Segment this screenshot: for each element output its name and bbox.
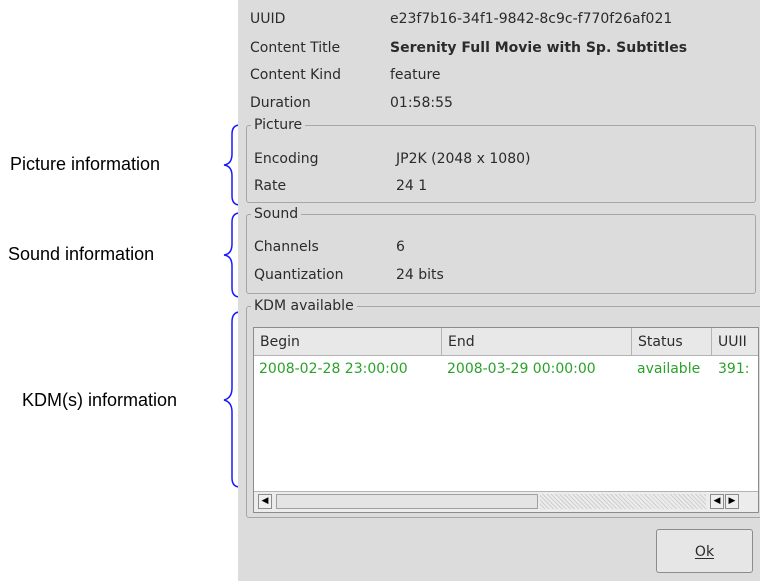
- column-header-uuid[interactable]: UUII: [712, 328, 758, 356]
- uuid-label: UUID: [250, 11, 286, 27]
- kdm-table[interactable]: Begin End Status UUII 2008-02-28 23:00:0…: [253, 327, 759, 513]
- scroll-right-arrow-icon[interactable]: ▶: [725, 494, 739, 509]
- column-header-status[interactable]: Status: [632, 328, 712, 356]
- scrollbar-thumb[interactable]: [276, 494, 538, 509]
- picture-annotation: Picture information: [10, 154, 161, 174]
- horizontal-scrollbar[interactable]: ◀ ◀ ▶: [254, 491, 758, 512]
- picture-legend: Picture: [254, 117, 303, 133]
- scrollbar-trough[interactable]: [540, 494, 706, 509]
- scroll-left-arrow-icon[interactable]: ◀: [258, 494, 272, 509]
- content-title-label: Content Title: [250, 40, 341, 56]
- row-end: 2008-03-29 00:00:00: [447, 361, 596, 377]
- content-kind-value: feature: [390, 67, 441, 83]
- duration-value: 01:58:55: [390, 95, 453, 111]
- row-status: available: [637, 361, 701, 377]
- rate-label: Rate: [254, 178, 287, 194]
- content-title-value: Serenity Full Movie with Sp. Subtitles: [390, 40, 688, 56]
- content-kind-label: Content Kind: [250, 67, 341, 83]
- ok-button-label: Ok: [694, 544, 715, 560]
- scroll-left-arrow-icon[interactable]: ◀: [710, 494, 724, 509]
- rate-value: 24 1: [396, 178, 428, 194]
- ok-button[interactable]: Ok: [656, 529, 753, 573]
- row-begin: 2008-02-28 23:00:00: [259, 361, 408, 377]
- kdm-annotation: KDM(s) information: [22, 390, 178, 410]
- encoding-label: Encoding: [254, 151, 319, 167]
- encoding-value: JP2K (2048 x 1080): [396, 151, 531, 167]
- uuid-value: e23f7b16-34f1-9842-8c9c-f770f26af021: [390, 11, 673, 27]
- channels-label: Channels: [254, 239, 319, 255]
- sound-annotation: Sound information: [8, 244, 155, 264]
- sound-legend: Sound: [254, 206, 299, 222]
- kdm-legend: KDM available: [254, 298, 354, 314]
- quantization-label: Quantization: [254, 267, 344, 283]
- row-uuid: 391:: [718, 361, 750, 377]
- column-header-begin[interactable]: Begin: [254, 328, 442, 356]
- channels-value: 6: [396, 239, 405, 255]
- column-header-end[interactable]: End: [442, 328, 632, 356]
- duration-label: Duration: [250, 95, 311, 111]
- quantization-value: 24 bits: [396, 267, 444, 283]
